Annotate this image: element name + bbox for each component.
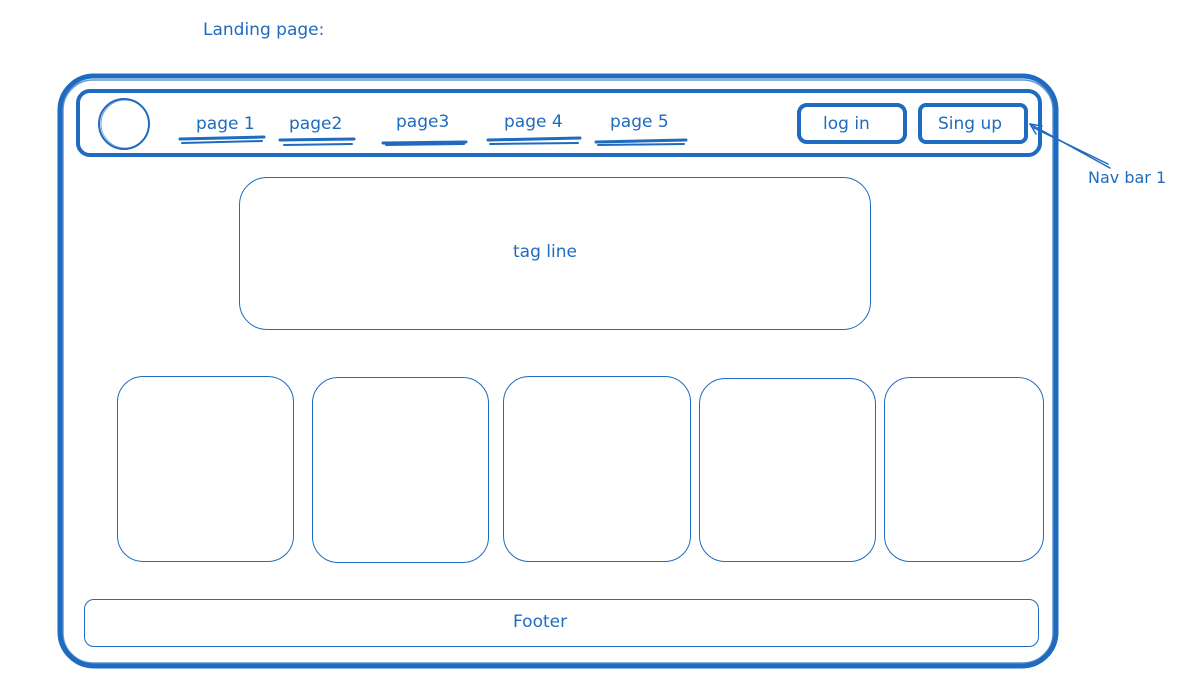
- content-card: [503, 376, 691, 562]
- nav-link-page-3[interactable]: page3: [396, 114, 449, 131]
- page-title: Landing page:: [203, 20, 325, 40]
- login-button-label: log in: [823, 114, 870, 134]
- nav-link-page-1[interactable]: page 1: [196, 116, 255, 133]
- nav-link-page-4[interactable]: page 4: [504, 114, 563, 131]
- content-card: [312, 377, 489, 563]
- content-card: [117, 376, 294, 562]
- signup-button[interactable]: Sing up: [918, 103, 1028, 144]
- nav-link-page-5[interactable]: page 5: [610, 114, 669, 131]
- hero-tagline-box: tag line: [239, 177, 871, 330]
- content-card: [884, 377, 1044, 562]
- device-frame: [57, 73, 1059, 669]
- nav-bar-annotation: Nav bar 1: [1088, 168, 1167, 187]
- content-card: [699, 378, 876, 562]
- footer-label: Footer: [513, 612, 568, 632]
- hero-tagline: tag line: [513, 242, 577, 262]
- signup-button-label: Sing up: [938, 114, 1003, 134]
- login-button[interactable]: log in: [797, 103, 907, 144]
- nav-link-page-2[interactable]: page2: [289, 116, 342, 133]
- footer-bar: Footer: [84, 599, 1039, 647]
